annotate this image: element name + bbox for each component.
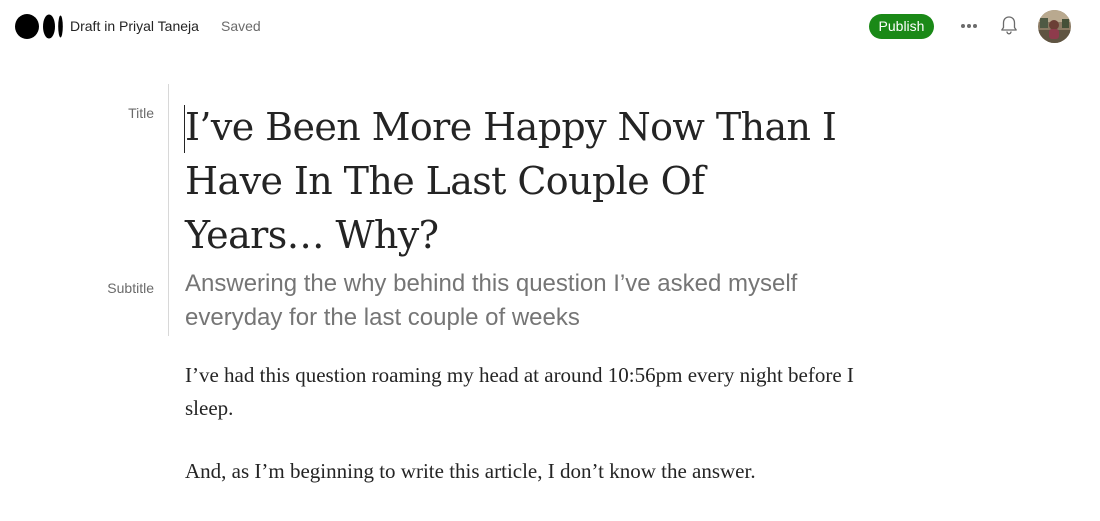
more-options-button[interactable] bbox=[956, 14, 982, 38]
body-paragraph[interactable]: I’ve had this question roaming my head a… bbox=[185, 359, 875, 425]
section-divider-line bbox=[168, 84, 169, 336]
publish-button[interactable]: Publish bbox=[869, 14, 934, 39]
more-horizontal-icon bbox=[961, 24, 977, 28]
title-gutter-label: Title bbox=[128, 105, 154, 121]
save-status: Saved bbox=[221, 18, 261, 34]
medium-logo-icon[interactable] bbox=[15, 14, 63, 39]
story-title[interactable]: I’ve Been More Happy Now Than I Have In … bbox=[185, 100, 845, 262]
user-avatar-image bbox=[1038, 10, 1071, 43]
avatar[interactable] bbox=[1038, 10, 1071, 43]
bell-icon bbox=[1001, 16, 1017, 35]
notifications-button[interactable] bbox=[998, 13, 1020, 37]
body-paragraph[interactable]: And, as I’m beginning to write this arti… bbox=[185, 455, 875, 488]
top-bar: Draft in Priyal Taneja Saved Publish bbox=[0, 0, 1100, 52]
draft-owner-label: Draft in Priyal Taneja bbox=[70, 18, 199, 34]
story-subtitle[interactable]: Answering the why behind this question I… bbox=[185, 267, 835, 335]
subtitle-gutter-label: Subtitle bbox=[107, 280, 154, 296]
text-cursor bbox=[184, 105, 185, 153]
